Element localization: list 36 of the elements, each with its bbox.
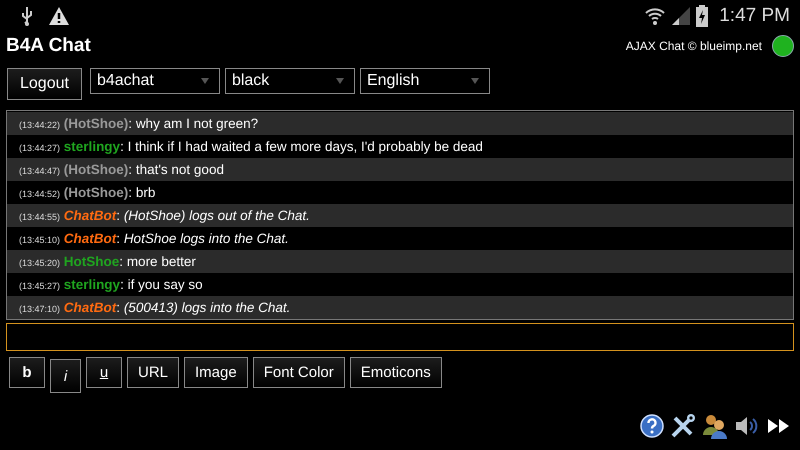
wifi-icon bbox=[644, 6, 666, 26]
format-button[interactable]: Emoticons bbox=[350, 357, 442, 388]
caret-icon bbox=[470, 78, 479, 84]
caret-icon bbox=[336, 78, 344, 84]
format-button[interactable]: Image bbox=[184, 357, 248, 388]
logout-button[interactable]: Logout bbox=[7, 68, 82, 100]
format-button[interactable]: u bbox=[86, 357, 122, 388]
speaker-icon[interactable] bbox=[734, 414, 760, 438]
battery-icon bbox=[696, 5, 708, 27]
dropdown[interactable]: black bbox=[224, 68, 355, 94]
usb-icon bbox=[20, 6, 34, 26]
clock-time: 1:47 PM bbox=[719, 5, 790, 27]
message-input[interactable] bbox=[6, 323, 794, 351]
caret-icon bbox=[200, 78, 209, 84]
chat-message: (13:45:27) sterlingy: if you say so bbox=[19, 277, 203, 292]
chat-message: (13:44:52) (HotShoe): brb bbox=[19, 185, 156, 200]
users-icon[interactable] bbox=[702, 413, 728, 439]
warning-icon bbox=[48, 6, 70, 26]
chat-message: (13:47:10) ChatBot: (500413) logs into the Chat. bbox=[19, 300, 290, 315]
format-button[interactable]: URL bbox=[127, 357, 180, 388]
wrench-screwdriver-icon[interactable] bbox=[670, 413, 696, 439]
signal-icon bbox=[671, 6, 692, 26]
chat-message: (13:44:27) sterlingy: I think if I had waited a few more days, I'd probably be dead bbox=[19, 139, 483, 154]
credit-text: AJAX Chat © blueimp.net bbox=[626, 39, 762, 53]
chat-message: (13:45:20) HotShoe: more better bbox=[19, 254, 196, 269]
app-title: B4A Chat bbox=[6, 35, 91, 57]
chat-message: (13:44:55) ChatBot: (HotShoe) logs out of the Chat. bbox=[19, 208, 310, 223]
chat-message: (13:45:10) ChatBot: HotShoe logs into the Chat. bbox=[19, 231, 289, 246]
dropdown[interactable]: b4achat bbox=[90, 68, 220, 94]
format-button[interactable]: b bbox=[9, 357, 45, 388]
chat-message: (13:44:22) (HotShoe): why am I not green? bbox=[19, 116, 258, 131]
format-button[interactable]: i bbox=[50, 359, 81, 393]
dropdown[interactable]: English bbox=[360, 68, 490, 94]
chat-message: (13:44:47) (HotShoe): that's not good bbox=[19, 162, 224, 177]
format-button[interactable]: Font Color bbox=[252, 357, 345, 388]
help-icon[interactable] bbox=[640, 414, 664, 438]
